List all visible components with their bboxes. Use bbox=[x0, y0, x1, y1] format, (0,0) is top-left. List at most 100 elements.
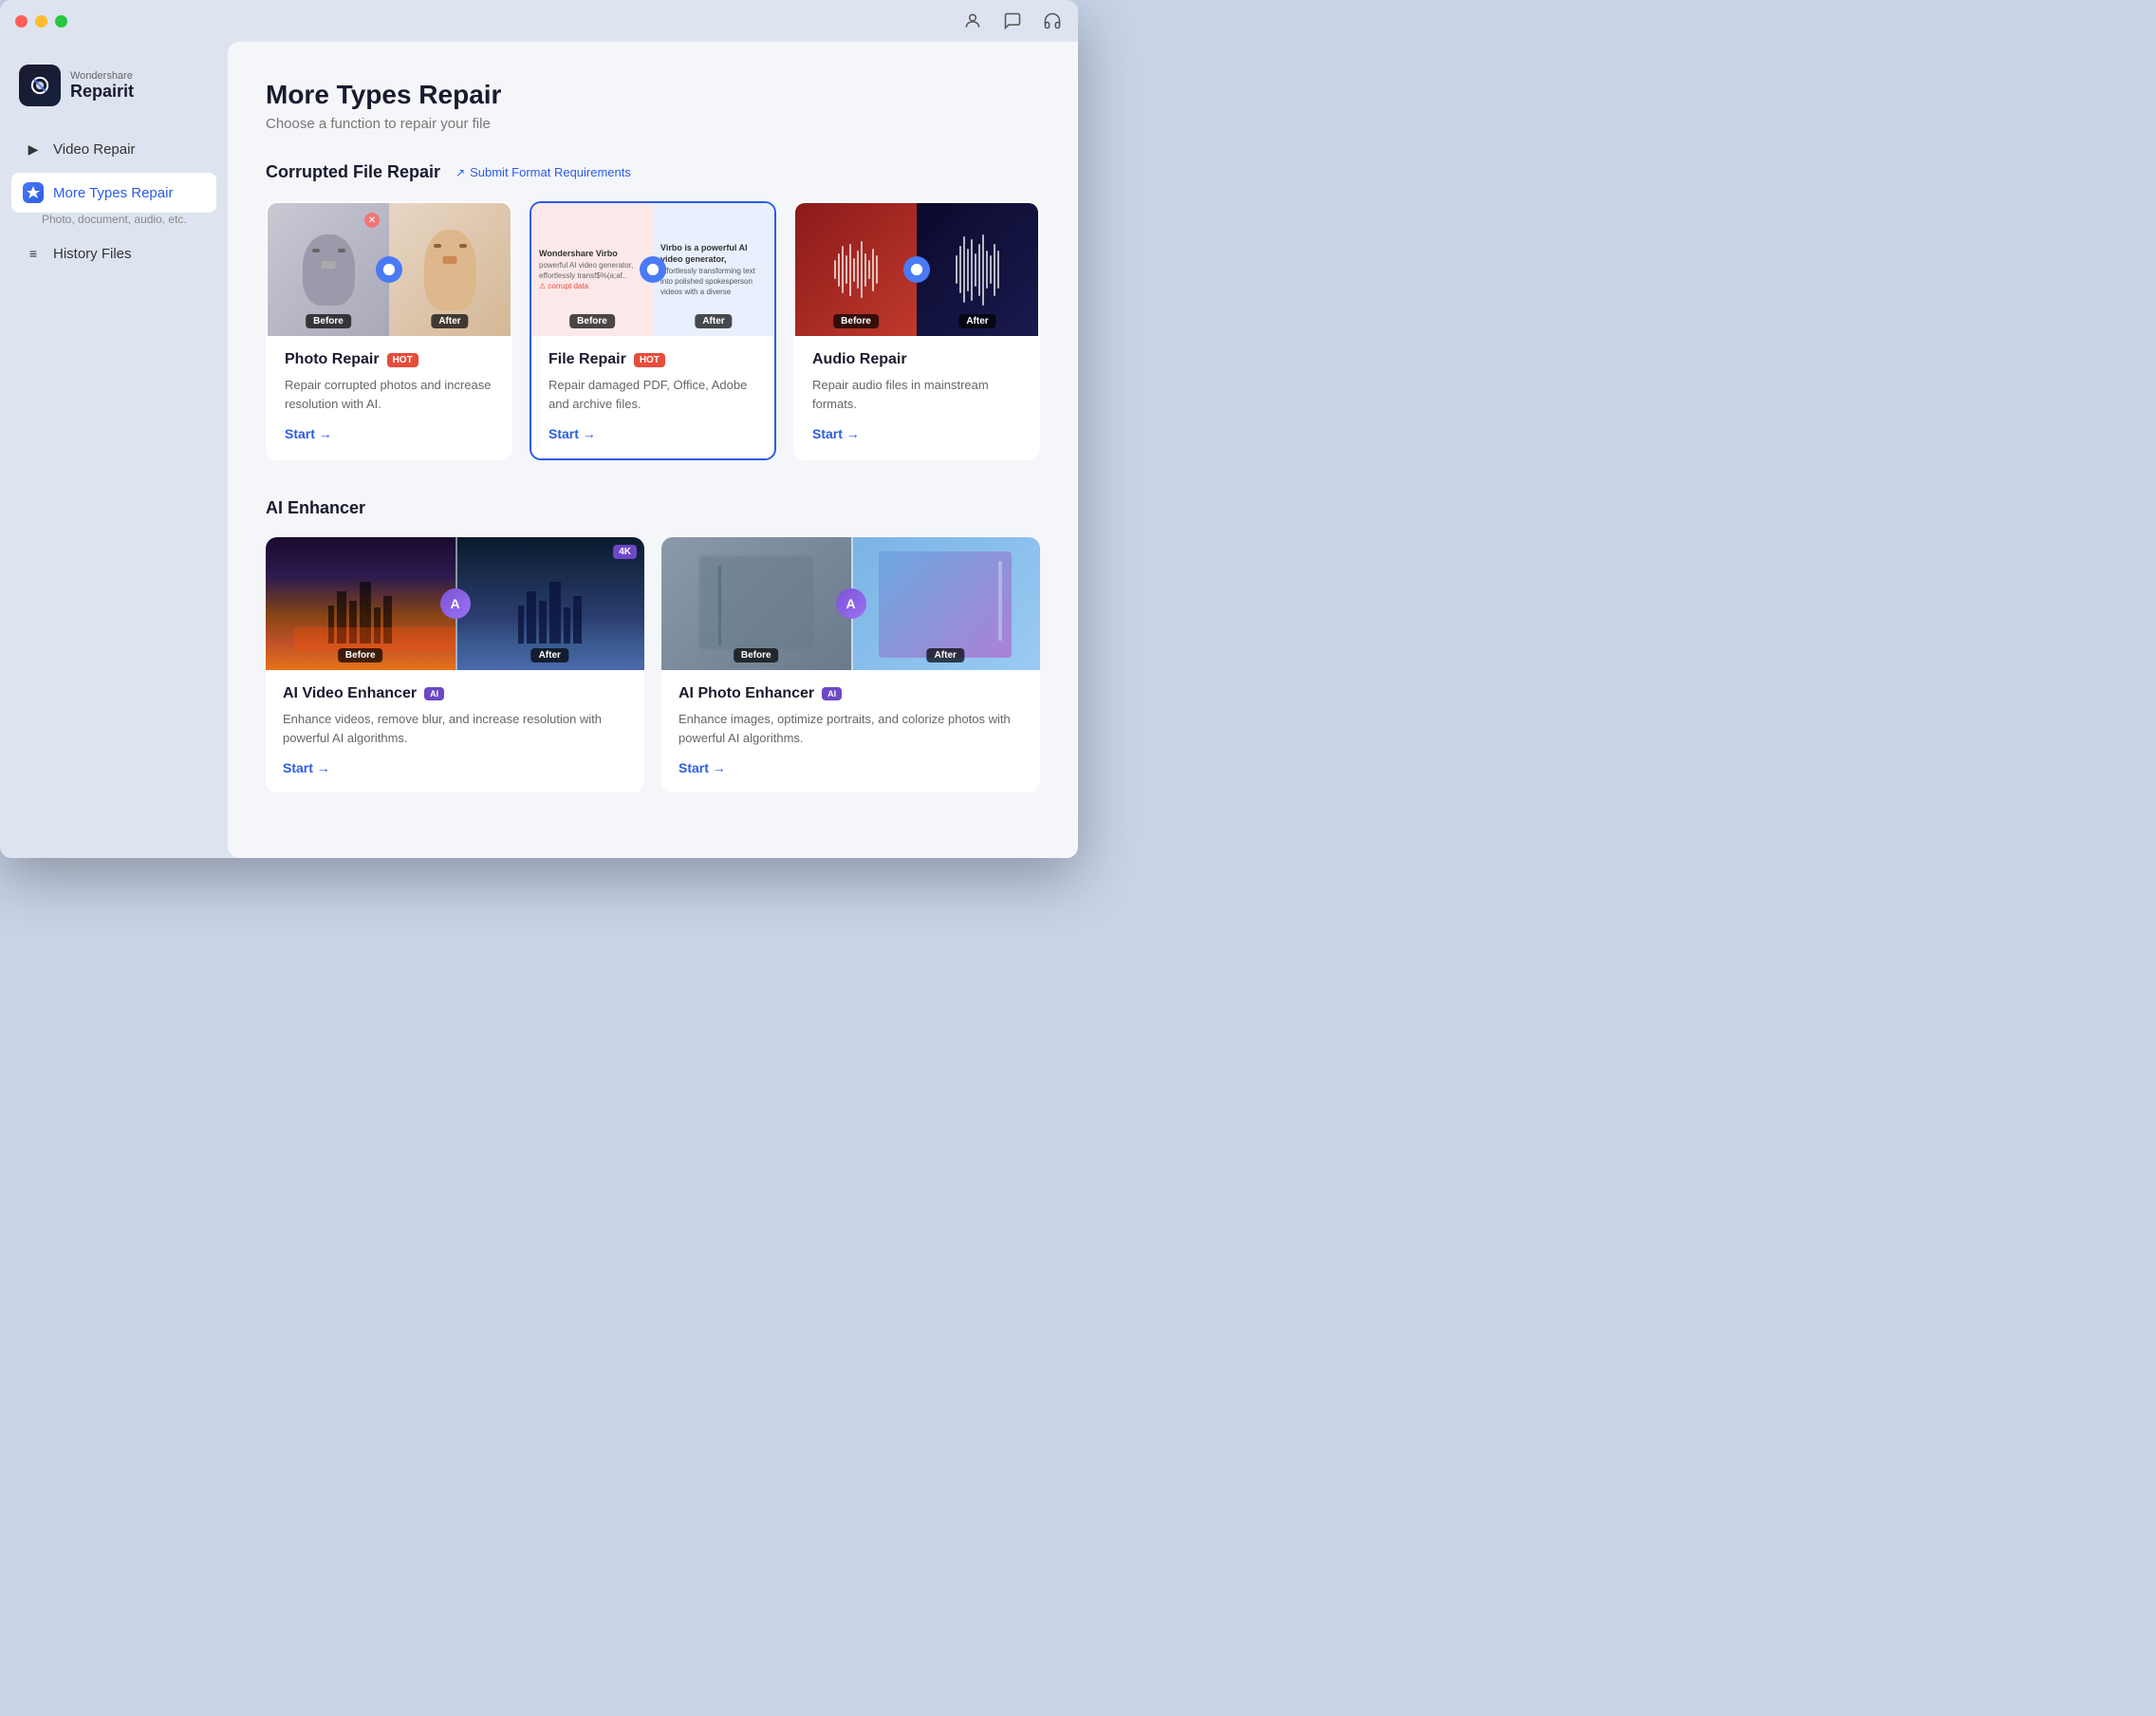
ai-enhancer-header: AI Enhancer bbox=[266, 498, 1040, 518]
sidebar-item-label: Video Repair bbox=[53, 141, 135, 158]
headset-icon[interactable] bbox=[1042, 10, 1063, 31]
audio-repair-image: Before bbox=[795, 203, 1038, 336]
ai-video-center-badge: A bbox=[440, 588, 471, 619]
ai-photo-title: AI Photo Enhancer bbox=[678, 685, 814, 702]
file-repair-body: File Repair HOT Repair damaged PDF, Offi… bbox=[531, 336, 774, 458]
submit-format-link[interactable]: ↗ Submit Format Requirements bbox=[455, 165, 631, 179]
chat-icon[interactable] bbox=[1002, 10, 1023, 31]
sidebar-item-more-types-repair[interactable]: More Types Repair bbox=[11, 173, 216, 213]
before-after-file: Wondershare Virbo powerful AI video gene… bbox=[531, 203, 774, 336]
minimize-button[interactable] bbox=[35, 15, 47, 28]
file-repair-center-badge bbox=[640, 256, 666, 283]
4k-badge: 4K bbox=[613, 545, 637, 559]
logo-area: Wondershare Repairit bbox=[11, 57, 216, 125]
file-repair-start[interactable]: Start → bbox=[548, 426, 757, 441]
ai-video-desc: Enhance videos, remove blur, and increas… bbox=[283, 710, 627, 747]
ai-video-enhancer-image: 4K A Before After bbox=[266, 537, 644, 670]
section-title-ai: AI Enhancer bbox=[266, 498, 365, 518]
audio-repair-center-badge bbox=[903, 256, 930, 283]
file-after: Virbo is a powerful AI video generator, … bbox=[653, 203, 774, 336]
ai-video-badge: AI bbox=[424, 687, 444, 700]
logo-name: Repairit bbox=[70, 82, 134, 102]
audio-waveform-after bbox=[948, 234, 1007, 306]
more-types-icon bbox=[23, 182, 44, 203]
ai-enhancer-cards: 4K A Before After AI Video Enhancer AI E… bbox=[266, 537, 1040, 793]
photo-after: After bbox=[389, 203, 511, 336]
photo-before-label2: Before bbox=[734, 648, 779, 662]
photo-repair-start[interactable]: Start → bbox=[285, 426, 493, 441]
file-before: Wondershare Virbo powerful AI video gene… bbox=[531, 203, 653, 336]
section-title-corrupted: Corrupted File Repair bbox=[266, 162, 440, 182]
repair-center-badge bbox=[376, 256, 402, 283]
history-files-icon: ≡ bbox=[23, 243, 44, 264]
sidebar-item-subtitle: Photo, document, audio, etc. bbox=[42, 213, 216, 230]
audio-repair-start[interactable]: Start → bbox=[812, 426, 1021, 441]
traffic-lights bbox=[15, 15, 67, 28]
app-body: Wondershare Repairit ▶ Video Repair More… bbox=[0, 42, 1078, 858]
audio-after: After bbox=[917, 203, 1038, 336]
sidebar: Wondershare Repairit ▶ Video Repair More… bbox=[0, 42, 228, 858]
sidebar-item-video-repair[interactable]: ▶ Video Repair bbox=[11, 129, 216, 169]
app-window: Wondershare Repairit ▶ Video Repair More… bbox=[0, 0, 1078, 858]
logo-text: Wondershare Repairit bbox=[70, 70, 134, 102]
ai-photo-start[interactable]: Start → bbox=[678, 760, 1023, 775]
ai-video-enhancer-body: AI Video Enhancer AI Enhance videos, rem… bbox=[266, 670, 644, 793]
sidebar-item-history-files[interactable]: ≡ History Files bbox=[11, 233, 216, 273]
audio-before-label: Before bbox=[833, 314, 879, 328]
before-label: Before bbox=[306, 314, 351, 328]
ai-photo-center-badge: A bbox=[836, 588, 866, 619]
video-repair-icon: ▶ bbox=[23, 139, 44, 159]
page-title: More Types Repair bbox=[266, 80, 1040, 110]
photo-after-label2: After bbox=[927, 648, 964, 662]
audio-repair-title-row: Audio Repair bbox=[812, 351, 1021, 368]
photo-repair-desc: Repair corrupted photos and increase res… bbox=[285, 376, 493, 413]
main-content: More Types Repair Choose a function to r… bbox=[228, 42, 1078, 858]
ai-video-title: AI Video Enhancer bbox=[283, 685, 417, 702]
corrupted-file-repair-header: Corrupted File Repair ↗ Submit Format Re… bbox=[266, 162, 1040, 182]
audio-repair-desc: Repair audio files in mainstream formats… bbox=[812, 376, 1021, 413]
ai-photo-enhancer-image: A Before After bbox=[661, 537, 1040, 670]
app-logo-icon bbox=[19, 65, 61, 106]
file-repair-image: Wondershare Virbo powerful AI video gene… bbox=[531, 203, 774, 336]
audio-before: Before bbox=[795, 203, 917, 336]
ai-video-enhancer-card[interactable]: 4K A Before After AI Video Enhancer AI E… bbox=[266, 537, 644, 793]
audio-repair-card[interactable]: Before bbox=[793, 201, 1040, 460]
photo-repair-hot-badge: HOT bbox=[387, 353, 418, 367]
file-repair-desc: Repair damaged PDF, Office, Adobe and ar… bbox=[548, 376, 757, 413]
photo-repair-title: Photo Repair bbox=[285, 351, 380, 368]
file-repair-title: File Repair bbox=[548, 351, 626, 368]
photo-before: ✕ Before bbox=[268, 203, 389, 336]
after-label: After bbox=[431, 314, 468, 328]
ai-photo-title-row: AI Photo Enhancer AI bbox=[678, 685, 1023, 702]
audio-waveform-before bbox=[827, 241, 885, 298]
photo-repair-body: Photo Repair HOT Repair corrupted photos… bbox=[268, 336, 511, 458]
external-link-icon: ↗ bbox=[455, 166, 465, 179]
logo-brand: Wondershare bbox=[70, 70, 134, 82]
video-after-label: After bbox=[531, 648, 568, 662]
maximize-button[interactable] bbox=[55, 15, 67, 28]
ai-video-title-row: AI Video Enhancer AI bbox=[283, 685, 627, 702]
title-bar bbox=[0, 0, 1078, 42]
sidebar-item-label: History Files bbox=[53, 246, 132, 262]
ai-photo-badge: AI bbox=[822, 687, 842, 700]
file-before-label: Before bbox=[569, 314, 615, 328]
ai-photo-enhancer-card[interactable]: A Before After AI Photo Enhancer AI Enha… bbox=[661, 537, 1040, 793]
ai-photo-desc: Enhance images, optimize portraits, and … bbox=[678, 710, 1023, 747]
sidebar-item-label: More Types Repair bbox=[53, 185, 173, 201]
file-repair-card[interactable]: Wondershare Virbo powerful AI video gene… bbox=[530, 201, 776, 460]
before-after-audio: Before bbox=[795, 203, 1038, 336]
close-button[interactable] bbox=[15, 15, 28, 28]
corrupted-file-repair-cards: ✕ Before After bbox=[266, 201, 1040, 460]
page-subtitle: Choose a function to repair your file bbox=[266, 116, 1040, 132]
ai-photo-enhancer-body: AI Photo Enhancer AI Enhance images, opt… bbox=[661, 670, 1040, 793]
photo-repair-title-row: Photo Repair HOT bbox=[285, 351, 493, 368]
photo-repair-card[interactable]: ✕ Before After bbox=[266, 201, 512, 460]
ai-video-start[interactable]: Start → bbox=[283, 760, 627, 775]
audio-repair-title: Audio Repair bbox=[812, 351, 907, 368]
title-bar-actions bbox=[962, 10, 1063, 31]
account-icon[interactable] bbox=[962, 10, 983, 31]
file-repair-hot-badge: HOT bbox=[634, 353, 665, 367]
file-repair-title-row: File Repair HOT bbox=[548, 351, 757, 368]
video-before-label: Before bbox=[338, 648, 383, 662]
file-after-label: After bbox=[695, 314, 732, 328]
